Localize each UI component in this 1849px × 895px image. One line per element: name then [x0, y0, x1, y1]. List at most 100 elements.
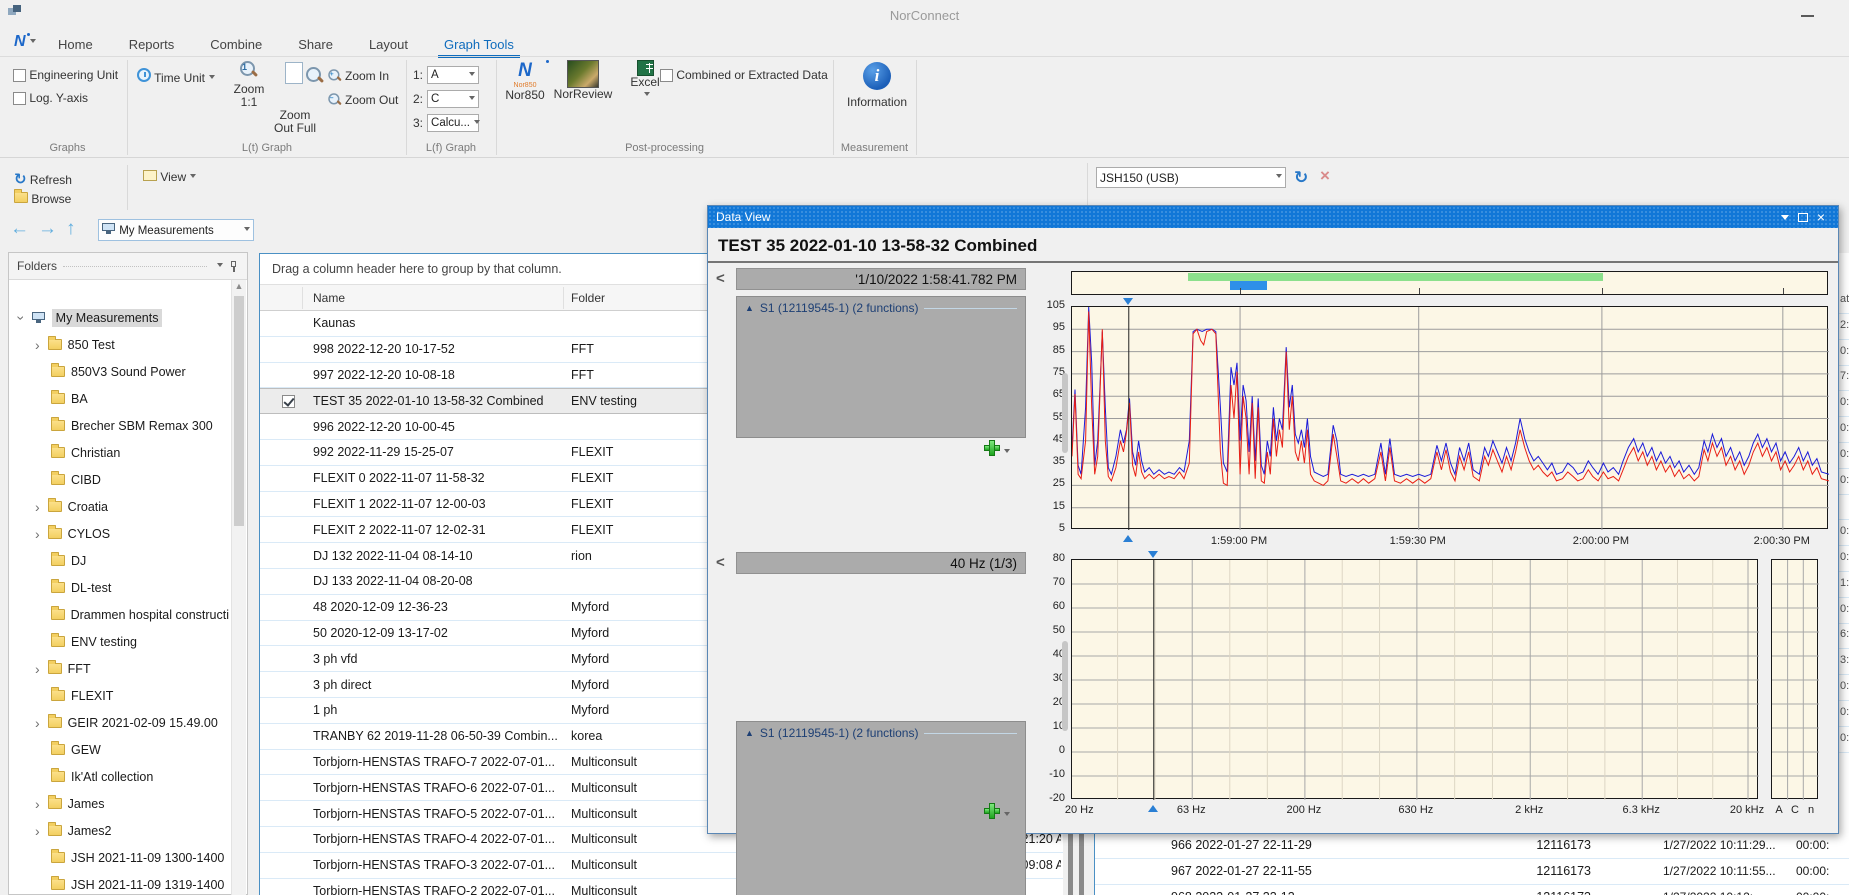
chevron-right-icon[interactable]: › [35, 500, 40, 514]
table-row[interactable]: 967 2022-01-27 22-11-55 12116173 1/27/2022… [1095, 858, 1849, 885]
folders-scrollbar[interactable]: ▲ [231, 280, 246, 895]
folder-icon [47, 525, 62, 539]
app-menu-button[interactable]: N [14, 33, 36, 51]
device-combo[interactable]: JSH150 (USB) [1096, 167, 1286, 188]
tree-item-croatia[interactable]: › Croatia [9, 493, 229, 520]
row-checkbox[interactable] [282, 395, 295, 409]
tree-item-christian[interactable]: Christian [9, 439, 229, 466]
tab-share[interactable]: Share [298, 37, 333, 52]
zoom-1-1-button[interactable]: 1 Zoom 1:1 [232, 60, 266, 109]
view-button[interactable]: View [143, 170, 197, 184]
overview-strip[interactable] [1071, 271, 1828, 295]
cursor-handle-icon[interactable] [1122, 530, 1133, 542]
cursor-handle-icon[interactable] [1147, 551, 1158, 563]
tree-item-fft[interactable]: › FFT [9, 655, 229, 682]
tree-item-james2[interactable]: › James2 [9, 817, 229, 844]
profile-chart[interactable] [1071, 306, 1829, 530]
folder-icon [51, 417, 65, 431]
location-combo[interactable]: My Measurements [98, 219, 254, 241]
log-y-axis-checkbox[interactable]: Log. Y-axis [13, 91, 88, 106]
tree-item-dl-test[interactable]: DL-test [9, 574, 229, 601]
table-row[interactable]: 966 2022-01-27 22-11-29 12116173 1/27/2022… [1095, 833, 1849, 859]
y-axis-label: 15 [1052, 499, 1065, 512]
lf-combo-1[interactable]: 1: A [413, 66, 480, 84]
dialog-titlebar[interactable]: Data View × [708, 206, 1838, 228]
tree-item-850-test[interactable]: › 850 Test [9, 331, 229, 358]
freq-functions-panel: ▲ S1 (12119545-1) (2 functions) [736, 721, 1026, 895]
chevron-right-icon[interactable]: › [35, 824, 40, 838]
scroll-up-icon[interactable]: ▲ [232, 280, 246, 292]
y-axis-label: 10 [1052, 720, 1065, 732]
tab-layout[interactable]: Layout [369, 37, 408, 52]
time-field[interactable]: '1/10/2022 1:58:41.782 PM [736, 268, 1026, 290]
folders-pin-icon[interactable] [229, 260, 239, 272]
chevron-right-icon[interactable]: › [35, 527, 40, 541]
zoom-in-button[interactable]: + Zoom In [325, 66, 389, 86]
chevron-down-icon[interactable]: › [13, 315, 29, 320]
refresh-button[interactable]: ↻ Refresh [14, 170, 72, 188]
folders-collapse-icon[interactable] [217, 262, 223, 270]
dialog-close-icon[interactable]: × [1812, 209, 1830, 225]
add-function-button-2[interactable] [984, 803, 1010, 822]
folder-icon [51, 444, 65, 458]
tree-item-ba[interactable]: BA [9, 385, 229, 412]
tree-item-brecher-sbm-remax-300[interactable]: Brecher SBM Remax 300 [9, 412, 229, 439]
browse-button[interactable]: Browse [14, 189, 71, 206]
combined-extracted-checkbox[interactable]: Combined or Extracted Data [660, 68, 828, 83]
norreview-button[interactable]: NorReview [552, 60, 614, 101]
overview-thumb[interactable] [1230, 281, 1267, 290]
chevron-right-icon[interactable]: › [35, 797, 40, 811]
minimize-button[interactable] [1801, 15, 1814, 17]
tab-home[interactable]: Home [58, 37, 93, 52]
dialog-collapse-icon[interactable] [1776, 209, 1794, 225]
tree-item-geir-2021-02-09-15-49-00[interactable]: › GEIR 2021-02-09 15.49.00 [9, 709, 229, 736]
tab-combine[interactable]: Combine [210, 37, 262, 52]
tree-item-jsh-2021-11-09-1300-1400[interactable]: JSH 2021-11-09 1300-1400 [9, 844, 229, 871]
cursor-handle-icon[interactable] [1147, 800, 1158, 812]
add-function-button-1[interactable] [984, 440, 1010, 459]
freq-prev-button[interactable]: < [716, 554, 725, 571]
chevron-right-icon[interactable]: › [35, 716, 40, 730]
device-disconnect-icon[interactable]: × [1320, 166, 1330, 186]
cell-name: Torbjorn-HENSTAS TRAFO-2 2022-07-01... [313, 883, 555, 895]
time-unit-button[interactable]: Time Unit [137, 68, 216, 85]
column-header-name[interactable]: Name [311, 285, 563, 310]
spectrum-chart[interactable] [1071, 559, 1759, 800]
tree-item-850v3-sound-power[interactable]: 850V3 Sound Power [9, 358, 229, 385]
chevron-right-icon[interactable]: › [35, 338, 40, 352]
nor850-button[interactable]: N Nor850 Nor850 [505, 60, 549, 102]
tree-item-env-testing[interactable]: ENV testing [9, 628, 229, 655]
tree-item-ik-atl-collection[interactable]: Ik'Atl collection [9, 763, 229, 790]
tree-item-gew[interactable]: GEW [9, 736, 229, 763]
tree-item-cibd[interactable]: CIBD [9, 466, 229, 493]
tab-reports[interactable]: Reports [129, 37, 175, 52]
tree-item-flexit[interactable]: FLEXIT [9, 682, 229, 709]
information-button[interactable]: i Information [845, 62, 909, 109]
up-button[interactable]: ↑ [66, 218, 76, 240]
tree-item-jsh-2021-11-09-1319-1400[interactable]: JSH 2021-11-09 1319-1400 [9, 871, 229, 895]
device-refresh-icon[interactable]: ↻ [1294, 168, 1308, 188]
dialog-maximize-icon[interactable] [1794, 209, 1812, 225]
zoom-out-full-button[interactable]: Zoom Out Full [271, 60, 321, 135]
collapse-icon[interactable]: ▲ [745, 728, 754, 738]
tab-graph-tools[interactable]: Graph Tools [438, 37, 520, 58]
tree-item-my-measurements[interactable]: › My Measurements [9, 304, 229, 331]
forward-button[interactable]: → [38, 218, 57, 240]
tree-item-dj[interactable]: DJ [9, 547, 229, 574]
lf-combo-3[interactable]: 3: Calcu... [413, 114, 481, 132]
tree-item-cylos[interactable]: › CYLOS [9, 520, 229, 547]
frequency-field[interactable]: 40 Hz (1/3) [736, 552, 1026, 574]
tree-item-drammen-hospital-constructi[interactable]: Drammen hospital constructi [9, 601, 229, 628]
lf-combo-2[interactable]: 2: C [413, 90, 480, 108]
zoom-out-button[interactable]: − Zoom Out [325, 90, 398, 110]
cursor-handle-icon[interactable] [1122, 298, 1133, 310]
tree-item-james[interactable]: › James [9, 790, 229, 817]
table-row[interactable]: 968 2022-01-27 22-12-.. 12116173 1/27/2022… [1095, 884, 1849, 895]
back-button[interactable]: ← [10, 218, 29, 240]
engineering-unit-checkbox[interactable]: Engineering Unit [13, 68, 118, 83]
excel-button[interactable]: Excel [628, 60, 662, 99]
broadband-panel[interactable] [1771, 559, 1819, 800]
collapse-icon[interactable]: ▲ [745, 303, 754, 313]
time-prev-button[interactable]: < [716, 270, 725, 287]
chevron-right-icon[interactable]: › [35, 662, 40, 676]
